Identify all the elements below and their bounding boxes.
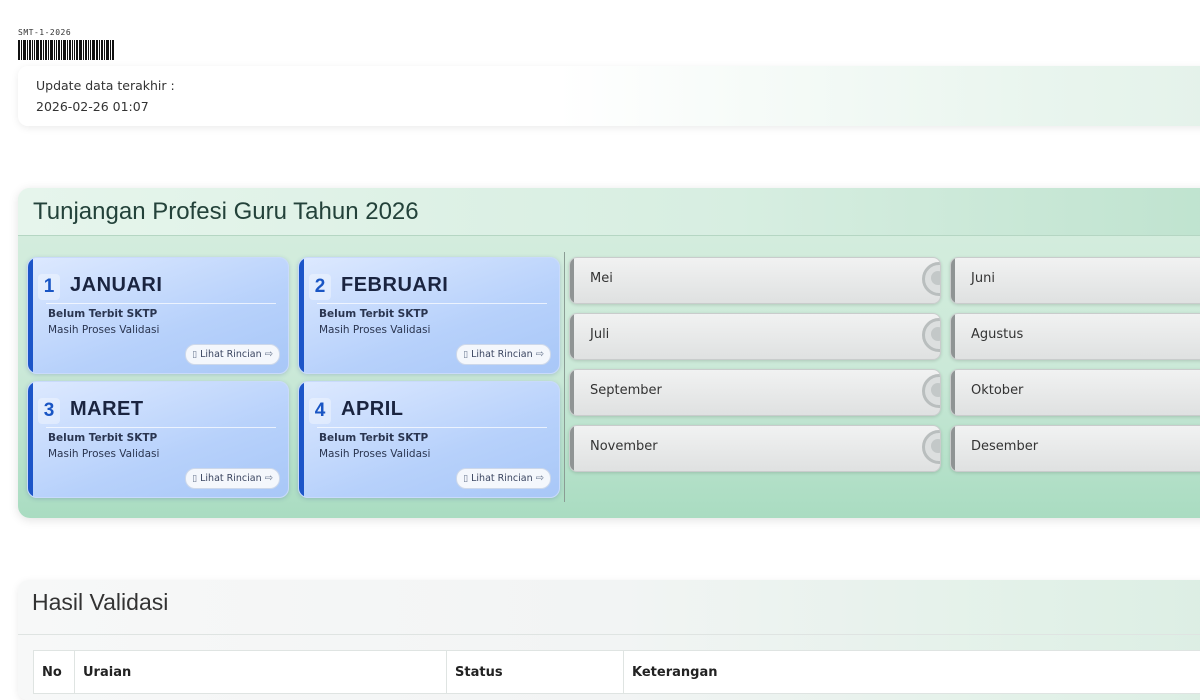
validation-status: Masih Proses Validasi — [319, 324, 430, 336]
exit-arrow-icon: ⇨ — [265, 349, 273, 360]
month-card-april: 4 APRIL Belum Terbit SKTP Masih Proses V… — [298, 381, 560, 498]
column-header-status: Status — [447, 651, 624, 694]
month-divider — [317, 427, 547, 428]
last-update-label: Update data terakhir : — [36, 78, 175, 93]
month-card-mei[interactable]: Mei — [569, 257, 941, 304]
month-divider — [317, 303, 547, 304]
view-details-button[interactable]: ▯ Lihat Rincian ⇨ — [185, 468, 280, 489]
column-header-keterangan: Keterangan — [624, 651, 1200, 694]
month-label: Mei — [590, 271, 613, 286]
month-card-juni[interactable]: Juni — [950, 257, 1200, 304]
document-icon: ▯ — [192, 474, 197, 484]
document-barcode: SMT-1-2026 — [18, 28, 115, 60]
month-number: 1 — [38, 274, 60, 300]
view-details-button[interactable]: ▯ Lihat Rincian ⇨ — [456, 468, 551, 489]
tpg-panel: Tunjangan Profesi Guru Tahun 2026 1 JANU… — [18, 188, 1200, 518]
tpg-header: Tunjangan Profesi Guru Tahun 2026 — [18, 188, 1200, 236]
exit-arrow-icon: ⇨ — [536, 473, 544, 484]
month-number: 2 — [309, 274, 331, 300]
barcode-bars — [18, 40, 115, 60]
validation-results-header: Hasil Validasi — [18, 580, 1200, 635]
moon-icon — [922, 430, 941, 464]
month-card-oktober[interactable]: Oktober — [950, 369, 1200, 416]
view-details-label: Lihat Rincian — [471, 473, 533, 484]
month-card-maret: 3 MARET Belum Terbit SKTP Masih Proses V… — [27, 381, 289, 498]
month-label: Oktober — [971, 383, 1023, 398]
sktp-status: Belum Terbit SKTP — [319, 308, 428, 320]
month-card-september[interactable]: September — [569, 369, 941, 416]
month-card-desember[interactable]: Desember — [950, 425, 1200, 472]
month-card-juli[interactable]: Juli — [569, 313, 941, 360]
last-update-card: Update data terakhir : 2026-02-26 01:07 — [18, 66, 1200, 126]
validation-status: Masih Proses Validasi — [48, 324, 159, 336]
sktp-status: Belum Terbit SKTP — [48, 308, 157, 320]
month-number: 4 — [309, 398, 331, 424]
month-name: JANUARI — [70, 274, 162, 297]
validation-table: No Uraian Status Keterangan — [33, 650, 1200, 694]
month-card-agustus[interactable]: Agustus — [950, 313, 1200, 360]
column-header-uraian: Uraian — [75, 651, 447, 694]
month-label: Desember — [971, 439, 1038, 454]
month-card-februari: 2 FEBRUARI Belum Terbit SKTP Masih Prose… — [298, 257, 560, 374]
month-name: APRIL — [341, 398, 404, 421]
sktp-status: Belum Terbit SKTP — [48, 432, 157, 444]
exit-arrow-icon: ⇨ — [265, 473, 273, 484]
barcode-text: SMT-1-2026 — [18, 28, 115, 37]
document-icon: ▯ — [463, 350, 468, 360]
validation-results-card: Hasil Validasi No Uraian Status Keterang… — [18, 580, 1200, 700]
view-details-label: Lihat Rincian — [200, 349, 262, 360]
month-label: Juli — [590, 327, 609, 342]
column-header-no: No — [34, 651, 75, 694]
view-details-label: Lihat Rincian — [200, 473, 262, 484]
month-section-divider — [564, 252, 565, 502]
view-details-button[interactable]: ▯ Lihat Rincian ⇨ — [456, 344, 551, 365]
month-label: September — [590, 383, 662, 398]
month-divider — [46, 427, 276, 428]
document-icon: ▯ — [463, 474, 468, 484]
month-label: Juni — [971, 271, 995, 286]
tpg-title: Tunjangan Profesi Guru Tahun 2026 — [33, 198, 419, 226]
month-divider — [46, 303, 276, 304]
moon-icon — [922, 318, 941, 352]
month-label: November — [590, 439, 658, 454]
validation-status: Masih Proses Validasi — [319, 448, 430, 460]
document-icon: ▯ — [192, 350, 197, 360]
month-card-januari: 1 JANUARI Belum Terbit SKTP Masih Proses… — [27, 257, 289, 374]
sktp-status: Belum Terbit SKTP — [319, 432, 428, 444]
month-number: 3 — [38, 398, 60, 424]
month-card-november[interactable]: November — [569, 425, 941, 472]
view-details-button[interactable]: ▯ Lihat Rincian ⇨ — [185, 344, 280, 365]
view-details-label: Lihat Rincian — [471, 349, 533, 360]
month-name: MARET — [70, 398, 144, 421]
last-update-value: 2026-02-26 01:07 — [36, 99, 149, 114]
month-label: Agustus — [971, 327, 1023, 342]
moon-icon — [922, 262, 941, 296]
table-header-row: No Uraian Status Keterangan — [34, 651, 1200, 694]
moon-icon — [922, 374, 941, 408]
month-name: FEBRUARI — [341, 274, 448, 297]
validation-results-title: Hasil Validasi — [32, 589, 168, 616]
validation-status: Masih Proses Validasi — [48, 448, 159, 460]
exit-arrow-icon: ⇨ — [536, 349, 544, 360]
